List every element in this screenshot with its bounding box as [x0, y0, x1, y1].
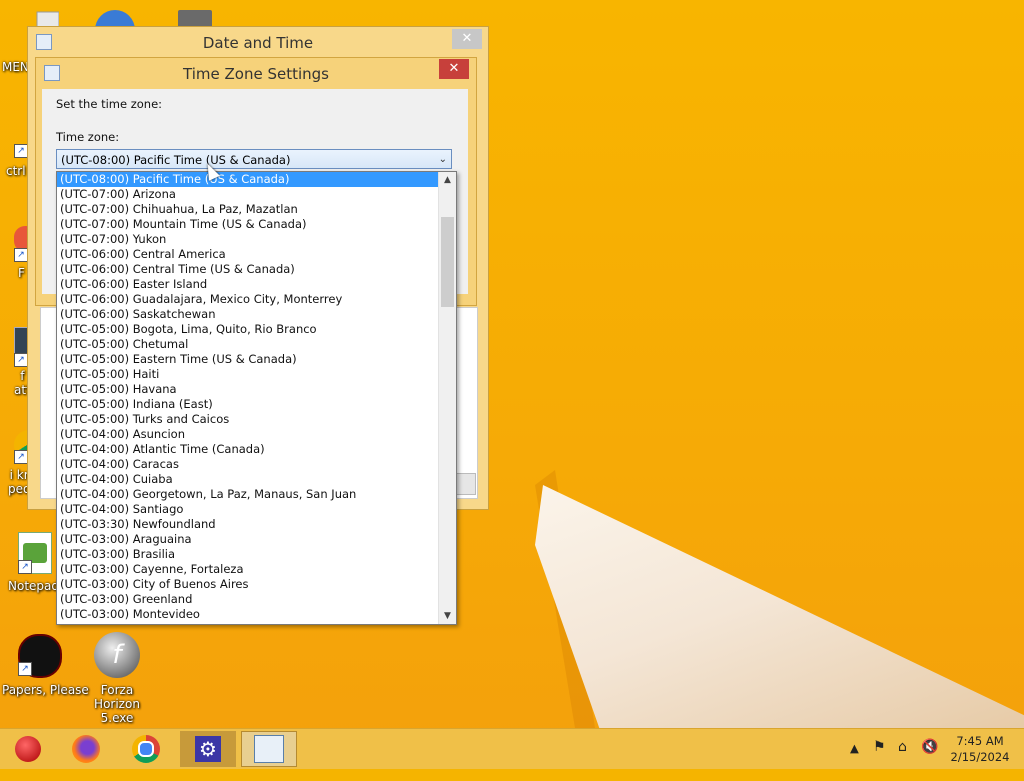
- time-zone-option[interactable]: (UTC-04:00) Santiago: [57, 502, 438, 517]
- dropdown-options: (UTC-08:00) Pacific Time (US & Canada) (U…: [57, 172, 438, 622]
- time-zone-option[interactable]: (UTC-06:00) Saskatchewan: [57, 307, 438, 322]
- set-time-zone-label: Set the time zone:: [56, 97, 163, 111]
- time-zone-option[interactable]: (UTC-05:00) Haiti: [57, 367, 438, 382]
- desktop-icon-label: Papers, Please: [2, 683, 89, 697]
- shortcut-arrow-icon: ↗: [14, 144, 28, 158]
- taskbar-date-time[interactable]: [241, 731, 297, 767]
- window-title: Date and Time: [202, 34, 314, 52]
- shortcut-arrow-icon: ↗: [18, 662, 32, 676]
- chevron-down-icon: ⌄: [438, 154, 447, 165]
- time-zone-option[interactable]: (UTC-07:00) Chihuahua, La Paz, Mazatlan: [57, 202, 438, 217]
- date-time-icon: [254, 735, 284, 763]
- time-zone-option[interactable]: (UTC-07:00) Mountain Time (US & Canada): [57, 217, 438, 232]
- desktop-icon-label: Notepad: [8, 579, 59, 593]
- ornament-icon: [15, 736, 41, 762]
- time-zone-option[interactable]: (UTC-03:00) City of Buenos Aires: [57, 577, 438, 592]
- desktop-icon-label: Forza Horizon 5.exe: [94, 683, 140, 725]
- time-zone-dropdown-list[interactable]: (UTC-08:00) Pacific Time (US & Canada) (U…: [56, 171, 457, 625]
- time-zone-option[interactable]: (UTC-03:30) Newfoundland: [57, 517, 438, 532]
- time-zone-option[interactable]: (UTC-06:00) Easter Island: [57, 277, 438, 292]
- network-icon[interactable]: ⌂: [898, 739, 907, 779]
- desktop-icon-label: MEN: [2, 60, 29, 74]
- scrollbar[interactable]: ▲ ▼: [438, 172, 456, 624]
- time-zone-option[interactable]: (UTC-04:00) Caracas: [57, 457, 438, 472]
- time-zone-option[interactable]: (UTC-05:00) Chetumal: [57, 337, 438, 352]
- taskbar-start-ornament[interactable]: [0, 731, 56, 767]
- time-zone-option[interactable]: (UTC-04:00) Georgetown, La Paz, Manaus, …: [57, 487, 438, 502]
- time-zone-option[interactable]: (UTC-06:00) Guadalajara, Mexico City, Mo…: [57, 292, 438, 307]
- show-hidden-icons[interactable]: ▲: [850, 741, 859, 781]
- shortcut-arrow-icon: ↗: [14, 248, 28, 262]
- scroll-up-icon[interactable]: ▲: [439, 172, 456, 188]
- flash-icon: f: [94, 632, 140, 678]
- clock[interactable]: 7:45 AM 2/15/2024: [940, 733, 1020, 765]
- title-bar[interactable]: Time Zone Settings ✕: [36, 58, 476, 88]
- time-zone-option[interactable]: (UTC-04:00) Atlantic Time (Canada): [57, 442, 438, 457]
- title-bar[interactable]: Date and Time ✕: [28, 27, 488, 57]
- time-zone-option[interactable]: (UTC-03:00) Greenland: [57, 592, 438, 607]
- taskbar: ⚙ ▲ ⚑ ⌂ 🔇 7:45 AM 2/15/2024: [0, 728, 1024, 769]
- scroll-down-icon[interactable]: ▼: [439, 608, 456, 624]
- time-zone-label: Time zone:: [56, 130, 120, 144]
- time-zone-option[interactable]: (UTC-07:00) Yukon: [57, 232, 438, 247]
- volume-muted-icon[interactable]: 🔇: [921, 739, 938, 779]
- time-zone-option[interactable]: (UTC-07:00) Arizona: [57, 187, 438, 202]
- time-zone-option[interactable]: (UTC-04:00) Cuiaba: [57, 472, 438, 487]
- shortcut-arrow-icon: ↗: [18, 560, 32, 574]
- window-title: Time Zone Settings: [183, 65, 329, 83]
- shortcut-arrow-icon: ↗: [14, 353, 28, 367]
- taskbar-firefox[interactable]: [58, 731, 114, 767]
- time-zone-option[interactable]: (UTC-06:00) Central America: [57, 247, 438, 262]
- chrome-icon: [132, 735, 160, 763]
- time-zone-option[interactable]: (UTC-05:00) Turks and Caicos: [57, 412, 438, 427]
- taskbar-settings[interactable]: ⚙: [180, 731, 236, 767]
- time-zone-option[interactable]: (UTC-06:00) Central Time (US & Canada): [57, 262, 438, 277]
- scrollbar-thumb[interactable]: [441, 217, 454, 307]
- time-zone-option[interactable]: (UTC-05:00) Indiana (East): [57, 397, 438, 412]
- close-button[interactable]: ✕: [452, 29, 482, 49]
- time-zone-option[interactable]: (UTC-05:00) Bogota, Lima, Quito, Rio Bra…: [57, 322, 438, 337]
- combobox-value: (UTC-08:00) Pacific Time (US & Canada): [61, 153, 291, 167]
- close-button[interactable]: ✕: [439, 59, 469, 79]
- time-zone-option[interactable]: (UTC-04:00) Asuncion: [57, 427, 438, 442]
- time-zone-option[interactable]: (UTC-05:00) Eastern Time (US & Canada): [57, 352, 438, 367]
- time-zone-option[interactable]: (UTC-03:00) Araguaina: [57, 532, 438, 547]
- settings-icon: ⚙: [195, 736, 221, 762]
- time-zone-combobox[interactable]: (UTC-08:00) Pacific Time (US & Canada) ⌄: [56, 149, 452, 169]
- taskbar-chrome[interactable]: [118, 731, 174, 767]
- partial-button[interactable]: [456, 473, 476, 495]
- desktop-icon-label: F: [18, 266, 25, 280]
- firefox-icon: [72, 735, 100, 763]
- time-zone-option[interactable]: (UTC-08:00) Pacific Time (US & Canada): [57, 172, 438, 187]
- time-zone-option[interactable]: (UTC-05:00) Havana: [57, 382, 438, 397]
- clock-date: 2/15/2024: [950, 750, 1010, 764]
- action-center-flag-icon[interactable]: ⚑: [873, 739, 886, 779]
- clock-time: 7:45 AM: [956, 734, 1004, 748]
- time-zone-option[interactable]: (UTC-03:00) Brasilia: [57, 547, 438, 562]
- time-zone-option[interactable]: (UTC-03:00) Cayenne, Fortaleza: [57, 562, 438, 577]
- shortcut-arrow-icon: ↗: [14, 450, 28, 464]
- desktop-icon-label: ctrl: [6, 164, 26, 178]
- time-zone-option[interactable]: (UTC-03:00) Montevideo: [57, 607, 438, 622]
